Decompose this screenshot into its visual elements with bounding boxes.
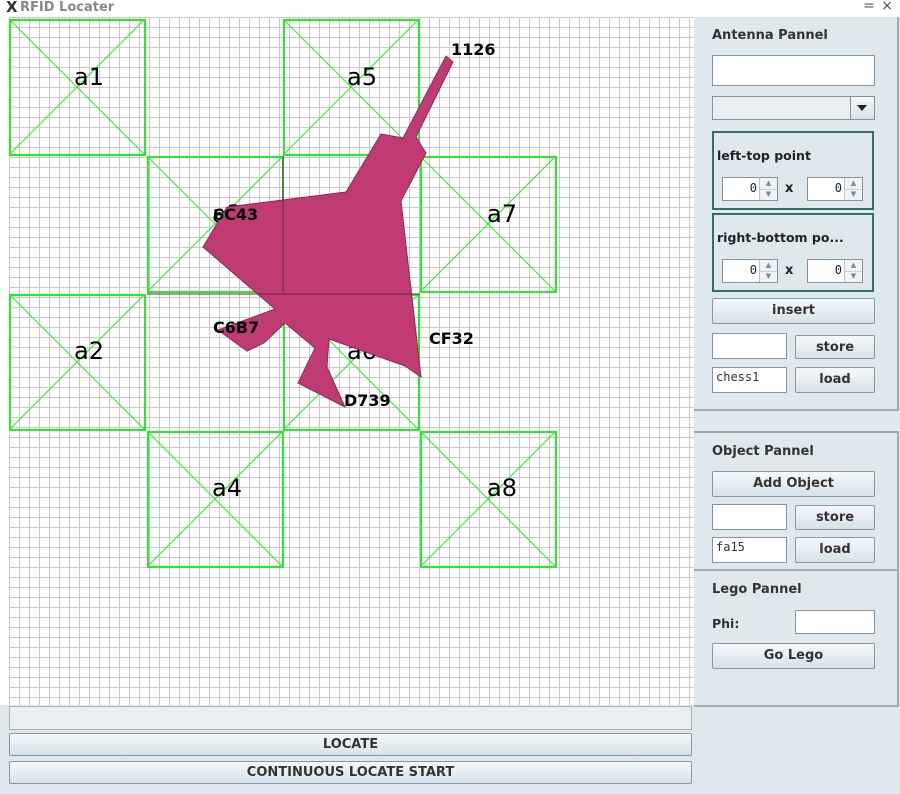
- rfid-tag-label: C6B7: [213, 318, 259, 337]
- phi-label: Phi:: [712, 616, 740, 631]
- spin-down-icon[interactable]: ▼: [760, 189, 777, 200]
- object-store-button[interactable]: store: [795, 505, 875, 530]
- go-lego-button[interactable]: Go Lego: [712, 643, 875, 669]
- spinner-arrows: ▲ ▼: [759, 260, 777, 282]
- locate-button[interactable]: LOCATE: [9, 733, 692, 756]
- insert-button[interactable]: insert: [712, 298, 875, 324]
- status-field: [9, 706, 692, 730]
- antenna-label: a2: [74, 337, 104, 365]
- rfid-tag-label: 6C43: [213, 205, 258, 224]
- rfid-tag-label: CF32: [429, 329, 474, 348]
- left-top-point-label: left-top point: [717, 148, 811, 163]
- spin-down-icon[interactable]: ▼: [760, 271, 777, 282]
- phi-input[interactable]: [795, 610, 875, 634]
- lego-panel-title: Lego Pannel: [712, 582, 802, 597]
- right-bottom-point-group: right-bottom po... 0 ▲ ▼ x 0 ▲ ▼: [712, 213, 874, 292]
- right-panel: Antenna Pannel left-top point 0 ▲ ▼ x 0 …: [694, 17, 900, 794]
- rfid-tag-label: 1126: [451, 40, 496, 59]
- right-bottom-y-value: 0: [834, 263, 842, 277]
- left-top-y-value: 0: [834, 181, 842, 195]
- left-top-point-group: left-top point 0 ▲ ▼ x 0 ▲ ▼: [712, 131, 874, 210]
- window-controls[interactable]: = ×: [863, 0, 894, 14]
- antenna-load-button[interactable]: load: [795, 367, 875, 393]
- x-separator: x: [785, 181, 794, 196]
- antenna-label: a7: [487, 200, 517, 228]
- title-bar: X RFID Locater = ×: [0, 0, 900, 17]
- x-separator: x: [785, 263, 794, 278]
- antenna-select[interactable]: [712, 96, 875, 120]
- lego-panel: Lego Pannel Phi: Go Lego: [694, 569, 899, 707]
- rfid-map-canvas[interactable]: a1a5a3a7a2a6a4a811266C43C6B7CF32D739: [9, 17, 694, 705]
- dropdown-button[interactable]: [850, 97, 874, 119]
- spin-down-icon[interactable]: ▼: [845, 189, 862, 200]
- antenna-store-button[interactable]: store: [795, 335, 875, 359]
- tracked-object-shape: [202, 55, 454, 409]
- object-panel-title: Object Pannel: [712, 444, 814, 459]
- antenna-store-input[interactable]: [712, 333, 787, 359]
- antenna-label: a1: [74, 63, 104, 91]
- antenna-label: a4: [212, 474, 242, 502]
- panel-gap: [694, 411, 897, 431]
- right-bottom-y-spinner[interactable]: 0 ▲ ▼: [807, 259, 863, 283]
- spinner-arrows: ▲ ▼: [844, 260, 862, 282]
- antenna-label: a8: [487, 474, 517, 502]
- left-top-x-value: 0: [749, 181, 757, 195]
- left-top-y-spinner[interactable]: 0 ▲ ▼: [807, 177, 863, 201]
- object-store-input[interactable]: [712, 504, 787, 530]
- continuous-locate-button[interactable]: CONTINUOUS LOCATE START: [9, 761, 692, 784]
- antenna-load-input[interactable]: chess1: [712, 367, 787, 393]
- antenna-panel-title: Antenna Pannel: [712, 28, 828, 43]
- object-panel: Object Pannel Add Object store fa15 load: [694, 431, 899, 571]
- spin-down-icon[interactable]: ▼: [845, 271, 862, 282]
- add-object-button[interactable]: Add Object: [712, 471, 875, 497]
- window-title: RFID Locater: [20, 0, 115, 15]
- rfid-tag-label: D739: [344, 391, 391, 410]
- antenna-name-input[interactable]: [712, 55, 875, 86]
- antenna-label: a5: [347, 63, 377, 91]
- left-top-x-spinner[interactable]: 0 ▲ ▼: [722, 177, 778, 201]
- antenna-panel: Antenna Pannel left-top point 0 ▲ ▼ x 0 …: [694, 17, 899, 411]
- right-bottom-point-label: right-bottom po...: [717, 230, 844, 245]
- chevron-down-icon: [857, 105, 867, 111]
- right-bottom-x-value: 0: [749, 263, 757, 277]
- spinner-arrows: ▲ ▼: [844, 178, 862, 200]
- object-load-input[interactable]: fa15: [712, 537, 787, 563]
- app-x-icon: X: [6, 0, 18, 16]
- rfid-board[interactable]: a1a5a3a7a2a6a4a811266C43C6B7CF32D739: [9, 17, 694, 705]
- right-bottom-x-spinner[interactable]: 0 ▲ ▼: [722, 259, 778, 283]
- object-load-button[interactable]: load: [795, 537, 875, 563]
- left-margin: [0, 17, 9, 794]
- spinner-arrows: ▲ ▼: [759, 178, 777, 200]
